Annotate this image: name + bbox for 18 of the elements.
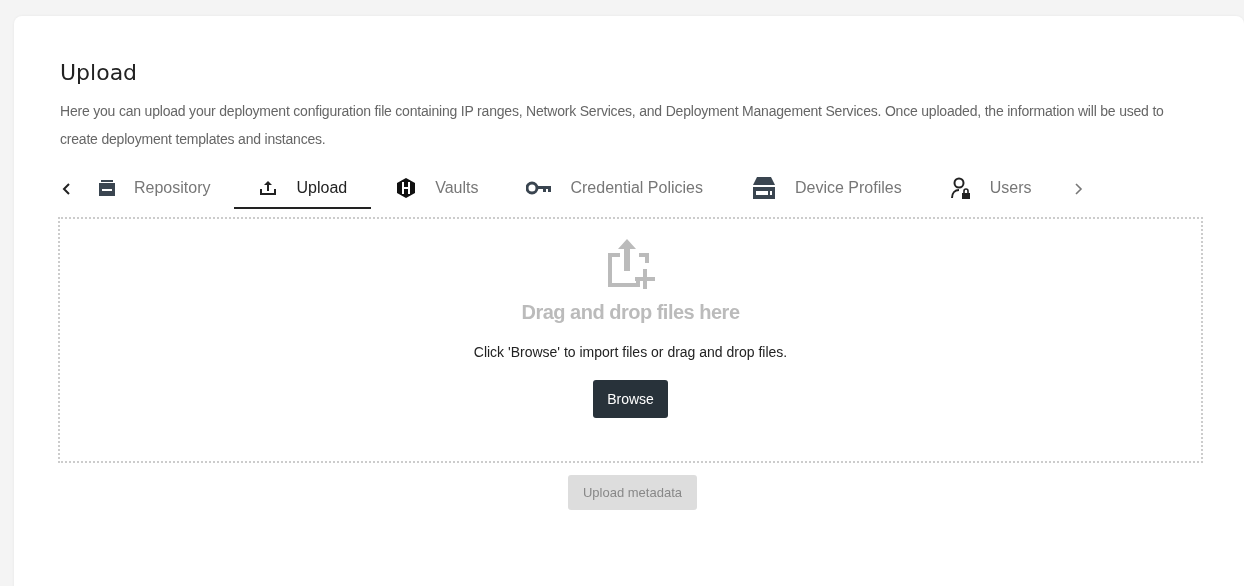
drop-heading: Drag and drop files here xyxy=(521,301,740,324)
tab[interactable]: Upload xyxy=(234,169,372,209)
hexagon-logo-icon xyxy=(395,177,418,199)
page-description: Here you can upload your deployment configuration file containing IP ranges, Network Services, and Deployment Management Services. Once uploaded, the information will be used to create deployment templates and instances. xyxy=(60,102,1165,149)
tab[interactable]: Users xyxy=(925,169,1056,209)
upload-icon xyxy=(258,180,279,196)
tab[interactable]: Credential Policies xyxy=(502,169,727,209)
drop-hint: Click 'Browse' to import files or drag and drop files. xyxy=(473,344,788,360)
key-icon xyxy=(526,181,553,195)
tab[interactable]: Repository xyxy=(74,169,235,209)
tray-icon xyxy=(98,179,116,197)
user-lock-icon xyxy=(949,177,972,199)
tab[interactable]: Vaults xyxy=(371,169,503,209)
drop-zone[interactable]: Drag and drop files here Click 'Browse' to import files or drag and drop files. Browse xyxy=(58,217,1203,463)
server-icon xyxy=(751,176,777,200)
browse-button[interactable]: Browse xyxy=(593,380,668,418)
tab[interactable]: Device Profiles xyxy=(727,169,926,209)
page-title: Upload xyxy=(60,60,138,85)
